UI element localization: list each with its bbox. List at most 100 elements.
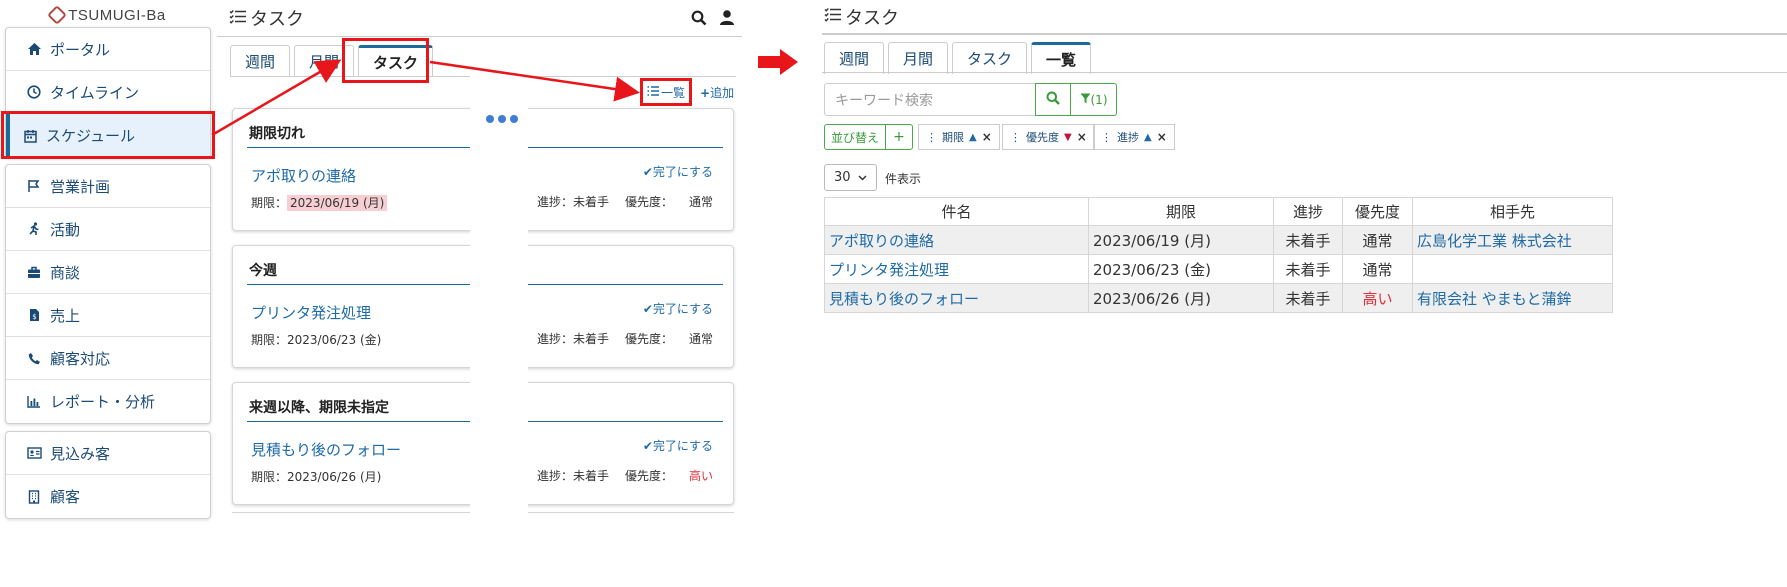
task-name-link[interactable]: プリンタ発注処理 [824,254,1089,284]
partner-link[interactable]: 広島化学工業 株式会社 [1412,225,1613,255]
drag-handle-icon[interactable]: ⋮ [1101,131,1112,144]
briefcase-icon [24,266,44,279]
sidebar-item-label: 商談 [50,263,81,282]
column-header-deadline[interactable]: 期限 [1088,197,1274,226]
arrow-schedule-to-tab [211,59,342,137]
sort-button[interactable]: 並び替え [824,124,886,150]
priority-label: 優先度： [624,469,673,483]
sort-chip-label: 進捗 [1117,131,1139,144]
deadline-value: 2023/06/26 (月) [287,470,382,484]
running-icon [24,222,44,236]
sidebar-item-label: 売上 [50,306,81,325]
table-header-row: 件名 期限 進捗 優先度 相手先 [824,197,1613,226]
remove-icon[interactable]: × [1077,130,1087,144]
column-header-name[interactable]: 件名 [824,197,1089,226]
building-icon [24,489,44,504]
sort-desc-icon[interactable]: ▼ [1064,132,1072,143]
cell-priority: 通常 [1342,254,1413,284]
drag-handle-icon[interactable]: ⋮ [1010,131,1021,144]
search-button[interactable] [1035,83,1071,116]
page-title: タスク [824,4,899,30]
remove-icon[interactable]: × [982,130,992,144]
priority-value: 通常 [688,332,713,346]
sidebar-item-reports[interactable]: レポート・分析 [6,380,210,423]
chevron-down-icon [858,170,867,185]
complete-label: 完了にする [652,439,713,453]
tab-label: 一覧 [1046,51,1077,69]
sidebar-item-label: 顧客対応 [50,349,111,368]
sidebar-item-deals[interactable]: 商談 [6,251,210,294]
complete-button[interactable]: ✔完了にする [643,300,713,317]
sort-chip-deadline[interactable]: ⋮ 期限 ▲ × [918,124,1000,150]
check-icon: ✔ [642,302,653,316]
check-icon: ✔ [642,439,653,453]
progress-text: 進捗：未着手 [536,332,609,346]
sidebar-item-label: レポート・分析 [50,393,156,411]
id-card-icon [24,447,44,459]
tab-monthly[interactable]: 月間 [888,42,949,74]
cell-priority: 通常 [1342,225,1413,255]
section-title: 今週 [249,263,277,279]
task-deadline: 期限：2023/06/23 (金) [251,331,381,348]
partner-link[interactable] [1412,254,1613,284]
deadline-label: 期限： [251,470,288,484]
arrow-tab-to-list [429,60,640,102]
sidebar-item-activity[interactable]: 活動 [6,208,210,251]
search-input[interactable]: キーワード検索 [824,83,1036,116]
cell-deadline: 2023/06/23 (金) [1088,254,1274,284]
sidebar-item-label: 活動 [50,220,81,239]
priority-label: 優先度： [624,332,673,346]
progress-text: 進捗：未着手 [536,469,609,483]
search-icon [1046,91,1060,109]
tab-list[interactable]: 一覧 [1031,42,1092,74]
task-link[interactable]: プリンタ発注処理 [251,302,371,323]
sort-chip-priority[interactable]: ⋮ 優先度 ▼ × [1002,124,1095,150]
sort-asc-icon[interactable]: ▲ [969,132,977,143]
transition-arrow-icon [758,49,798,75]
task-link[interactable]: 見積もり後のフォロー [251,439,401,460]
tab-label: 週間 [839,50,870,68]
svg-text:$: $ [32,313,36,321]
sort-chip-label: 期限 [942,131,964,144]
sidebar-item-label: 見込み客 [50,444,111,463]
column-header-priority[interactable]: 優先度 [1342,197,1413,226]
tab-label: タスク [967,50,1013,68]
partner-link[interactable]: 有限会社 やまもと蒲鉾 [1412,283,1613,313]
per-page-label: 件表示 [885,172,922,186]
task-meta: 進捗：未着手 優先度： 高い [537,467,713,484]
add-sort-button[interactable]: + [885,124,913,150]
cell-progress: 未着手 [1273,254,1343,284]
sidebar-item-customer-support[interactable]: 顧客対応 [6,337,210,380]
cell-progress: 未着手 [1273,283,1343,313]
priority-text: 優先度： 高い [625,469,713,483]
drag-handle-icon[interactable]: ⋮ [926,131,937,144]
remove-icon[interactable]: × [1157,130,1167,144]
tab-weekly[interactable]: 週間 [824,42,885,74]
tab-task[interactable]: タスク [952,42,1028,74]
filter-button[interactable]: (1) [1070,83,1117,116]
deadline-label: 期限： [251,333,288,347]
annotation-arrows [211,59,640,137]
sidebar-item-customers[interactable]: 顧客 [6,475,210,518]
filter-count: (1) [1090,92,1108,107]
column-header-progress[interactable]: 進捗 [1273,197,1343,226]
sort-chip-progress[interactable]: ⋮ 進捗 ▲ × [1093,124,1175,150]
column-header-partner[interactable]: 相手先 [1412,197,1613,226]
per-page-select[interactable]: 30 [824,164,877,191]
task-name-link[interactable]: 見積もり後のフォロー [824,283,1089,313]
section-title: 来週以降、期限未指定 [249,400,389,416]
per-page-value: 30 [834,170,851,185]
complete-button[interactable]: ✔完了にする [643,437,713,454]
table-row[interactable]: プリンタ発注処理 2023/06/23 (金) 未着手 通常 [824,254,1613,284]
table-row[interactable]: アポ取りの連絡 2023/06/19 (月) 未着手 通常 広島化学工業 株式会… [824,225,1613,255]
task-name-link[interactable]: アポ取りの連絡 [824,225,1089,255]
table-row[interactable]: 見積もり後のフォロー 2023/06/26 (月) 未着手 高い 有限会社 やま… [824,283,1613,313]
phone-icon [24,352,44,365]
sidebar-item-prospects[interactable]: 見込み客 [6,432,210,475]
cell-deadline: 2023/06/19 (月) [1088,225,1274,255]
task-deadline: 期限：2023/06/26 (月) [251,468,381,485]
sort-asc-icon[interactable]: ▲ [1144,132,1152,143]
tab-divider [822,72,1787,73]
sidebar-item-revenue[interactable]: $ 売上 [6,294,210,337]
cell-priority-high: 高い [1342,283,1413,313]
